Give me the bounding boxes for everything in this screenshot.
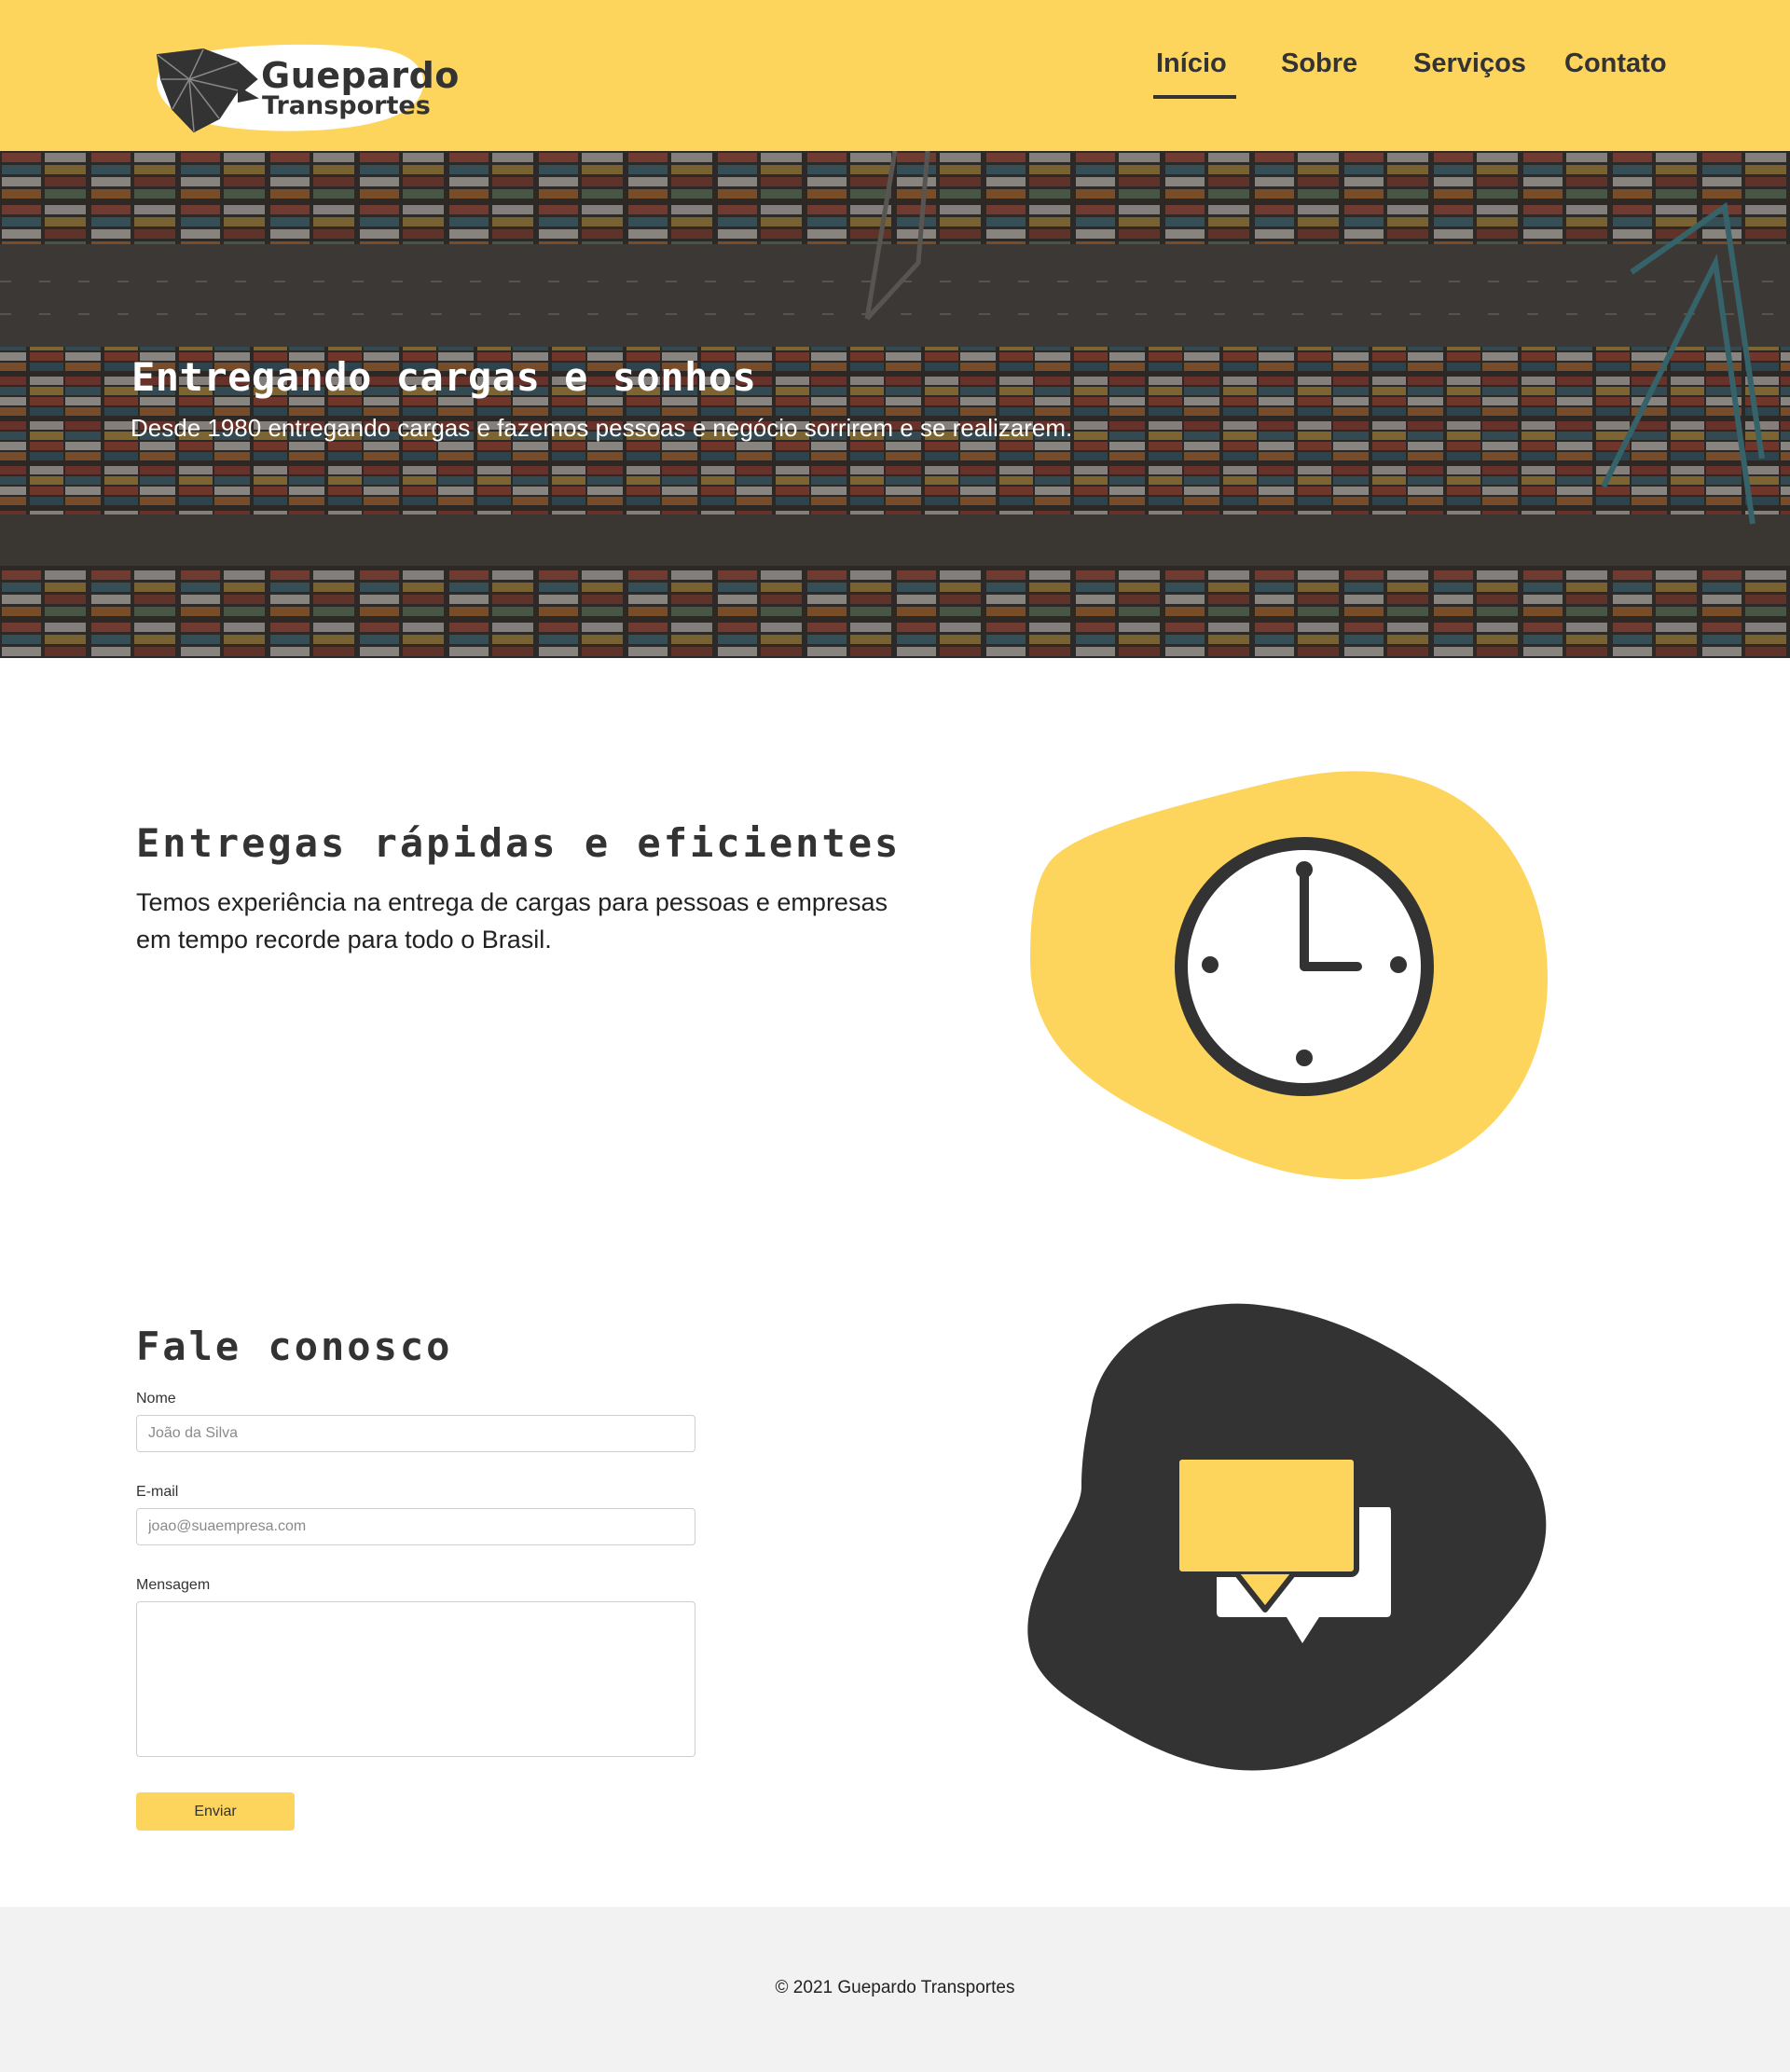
hero-overlay (0, 151, 1790, 658)
site-footer: © 2021 Guepardo Transportes (0, 1907, 1790, 2072)
submit-button[interactable]: Enviar (136, 1792, 295, 1831)
nav-item-servicos[interactable]: Serviços (1413, 48, 1526, 79)
hero-title: Entregando cargas e sonhos (131, 354, 757, 400)
nav-item-contato[interactable]: Contato (1564, 48, 1667, 79)
hero-section: Entregando cargas e sonhos Desde 1980 en… (0, 151, 1790, 658)
brand-logo[interactable]: Guepardo Transportes (152, 42, 459, 135)
email-input[interactable] (136, 1508, 695, 1545)
nav-item-inicio[interactable]: Início (1153, 48, 1236, 99)
features-title: Entregas rápidas e eficientes (136, 820, 902, 866)
footer-copyright: © 2021 Guepardo Transportes (775, 1978, 1015, 1997)
brand-name: Guepardo (261, 55, 460, 96)
nav-item-sobre[interactable]: Sobre (1281, 48, 1357, 79)
email-label: E-mail (136, 1484, 179, 1500)
features-text: Temos experiência na entrega de cargas p… (136, 888, 888, 954)
message-label: Mensagem (136, 1577, 211, 1593)
message-textarea[interactable] (136, 1601, 695, 1757)
name-label: Nome (136, 1391, 176, 1406)
chat-bubbles-icon (1027, 1303, 1547, 1771)
name-input[interactable] (136, 1415, 695, 1452)
clock-icon (1030, 771, 1548, 1180)
contact-title: Fale conosco (136, 1324, 453, 1369)
brand-tagline: Transportes (262, 91, 431, 120)
site-header: Guepardo Transportes Início Sobre Serviç… (0, 0, 1790, 151)
hero-subtitle: Desde 1980 entregando cargas e fazemos p… (131, 414, 1073, 442)
